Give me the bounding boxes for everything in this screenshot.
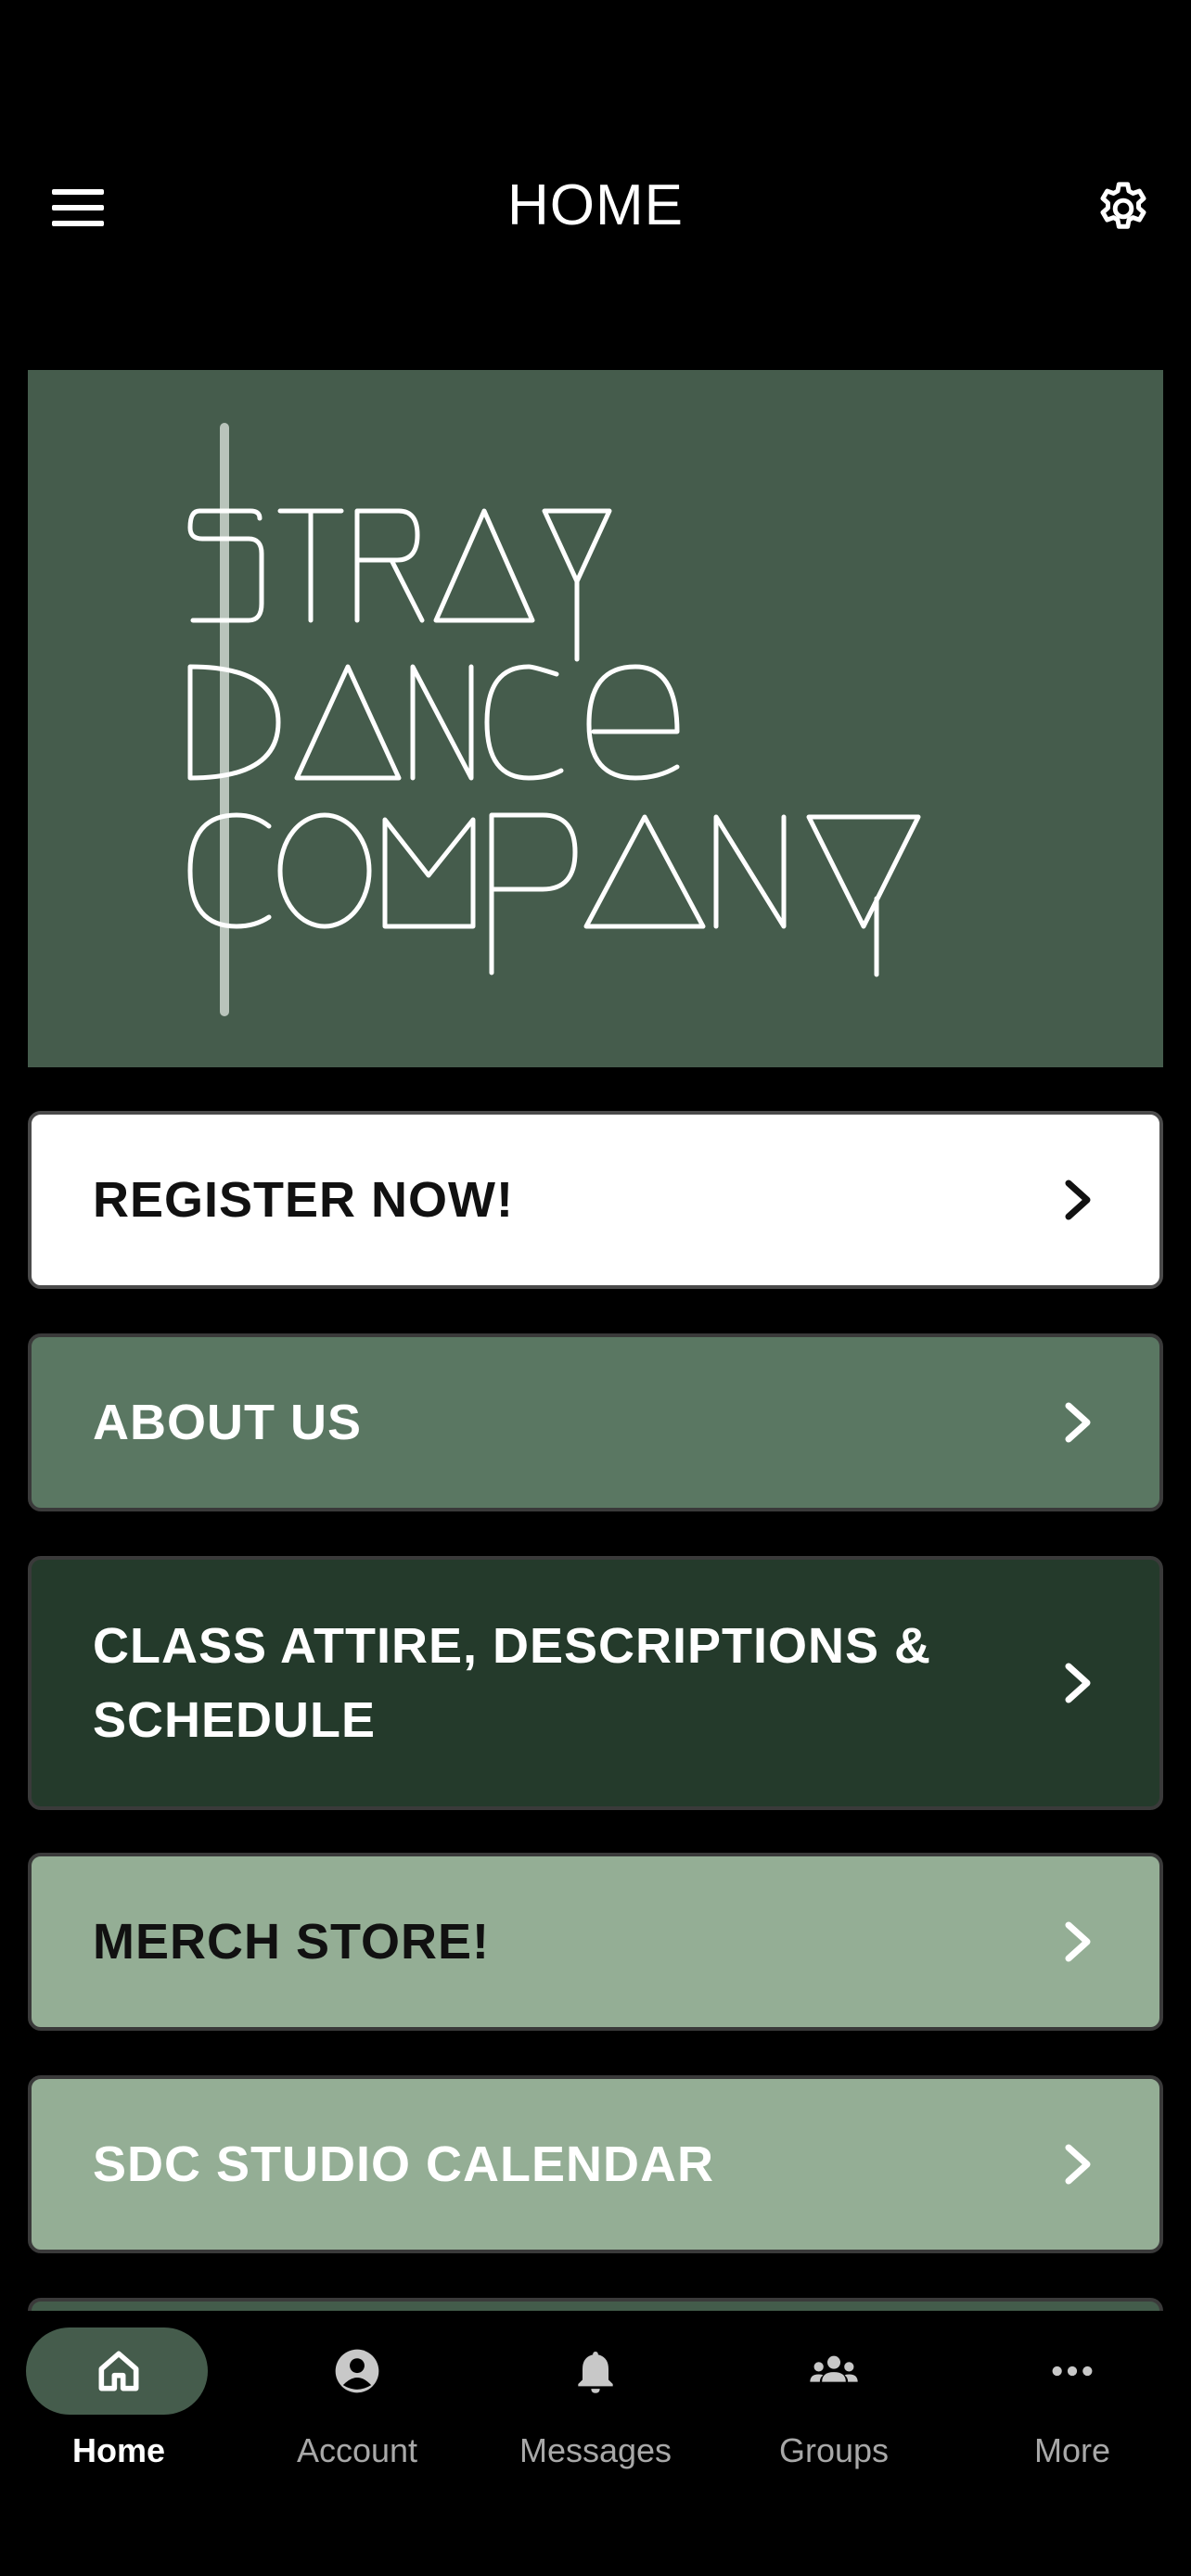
chevron-right-icon	[1065, 1402, 1091, 1443]
tab-messages-label: Messages	[519, 2431, 672, 2469]
about-us-label: ABOUT US	[93, 1395, 362, 1450]
account-circle-icon	[335, 2349, 379, 2393]
chevron-right-icon	[1065, 1663, 1091, 1703]
merch-store-button[interactable]: MERCH STORE!	[28, 1853, 1163, 2031]
groups-icon	[810, 2355, 858, 2382]
bell-icon	[578, 2352, 613, 2393]
chevron-right-icon	[1065, 1180, 1091, 1220]
sdc-studio-calendar-button[interactable]: SDC STUDIO CALENDAR	[28, 2075, 1163, 2253]
bottom-tab-bar: Home Account Messages Groups More	[0, 2311, 1191, 2576]
home-icon	[98, 2351, 139, 2391]
register-now-button[interactable]: REGISTER NOW!	[28, 1111, 1163, 1289]
page-title: HOME	[507, 173, 684, 237]
tab-messages[interactable]: Messages	[477, 2327, 714, 2485]
chevron-right-icon	[1065, 2144, 1091, 2185]
sdc-studio-calendar-label: SDC STUDIO CALENDAR	[93, 2136, 715, 2192]
logo-artwork	[187, 423, 921, 1016]
gear-icon[interactable]	[1093, 178, 1154, 239]
tab-groups-label: Groups	[778, 2431, 890, 2469]
app-header: HOME	[0, 0, 1191, 371]
tab-more[interactable]: More	[954, 2327, 1191, 2485]
more-dots-icon	[1052, 2366, 1093, 2377]
tab-home-label: Home	[71, 2431, 166, 2469]
tab-account-label: Account	[296, 2431, 418, 2469]
tab-groups[interactable]: Groups	[715, 2327, 953, 2485]
chevron-right-icon	[1065, 1921, 1091, 1962]
tab-account[interactable]: Account	[238, 2327, 476, 2485]
stray-dance-company-logo-banner	[28, 370, 1163, 1067]
about-us-button[interactable]: ABOUT US	[28, 1333, 1163, 1511]
tab-home[interactable]: Home	[0, 2327, 237, 2485]
tab-more-label: More	[1033, 2431, 1111, 2469]
class-attire-schedule-label: CLASS ATTIRE, DESCRIPTIONS & SCHEDULE	[93, 1618, 932, 1748]
register-now-label: REGISTER NOW!	[93, 1172, 514, 1228]
class-attire-schedule-button[interactable]: CLASS ATTIRE, DESCRIPTIONS & SCHEDULE	[28, 1556, 1163, 1810]
merch-store-label: MERCH STORE!	[93, 1914, 491, 1970]
